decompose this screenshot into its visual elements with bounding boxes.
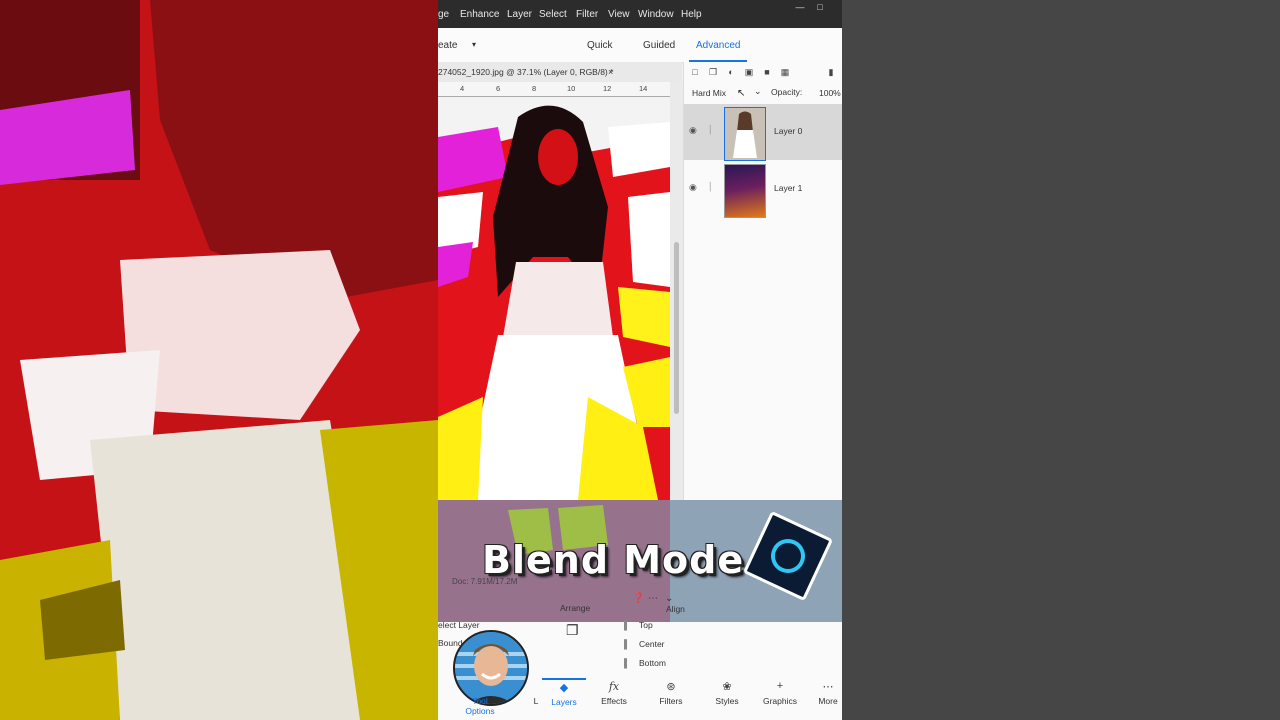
fx-icon: fx bbox=[608, 680, 620, 693]
layers-icon: ◆ bbox=[559, 682, 569, 694]
tab-styles[interactable]: ❀ Styles bbox=[705, 680, 749, 706]
tab-guided[interactable]: Guided bbox=[643, 40, 675, 51]
zoom-artwork bbox=[0, 0, 438, 720]
mouse-cursor-icon: ↖ bbox=[737, 88, 746, 99]
ruler-tick: 10 bbox=[567, 84, 576, 93]
lock-all-icon[interactable]: ▦ bbox=[779, 66, 791, 78]
tab-label: Effects bbox=[601, 696, 627, 706]
tab-filters[interactable]: ⊛ Filters bbox=[649, 680, 693, 706]
menu-window[interactable]: Window bbox=[638, 9, 674, 20]
opacity-label: Opacity: bbox=[771, 87, 803, 97]
chevron-down-icon[interactable]: ⌄ bbox=[665, 593, 673, 604]
filters-icon: ⊛ bbox=[666, 681, 676, 693]
ruler-tick: 6 bbox=[496, 84, 501, 93]
menu-select[interactable]: Select bbox=[539, 9, 567, 20]
tab-label: Tool Options bbox=[465, 696, 495, 716]
image-canvas[interactable] bbox=[438, 97, 670, 500]
visibility-eye-icon[interactable]: ◉ bbox=[689, 125, 701, 135]
tab-label: Styles bbox=[715, 696, 739, 706]
styles-icon: ❀ bbox=[722, 681, 732, 693]
ruler-tick: 8 bbox=[532, 84, 537, 93]
document-title: 274052_1920.jpg @ 37.1% (Layer 0, RGB/8)… bbox=[438, 67, 614, 77]
tab-effects[interactable]: fx Effects bbox=[592, 680, 636, 706]
canvas-artwork bbox=[438, 97, 670, 500]
maximize-icon[interactable]: □ bbox=[813, 2, 827, 12]
blend-mode-select[interactable]: Hard Mix bbox=[692, 88, 726, 98]
ruler-tick: 14 bbox=[639, 84, 648, 93]
canvas-vertical-scrollbar[interactable] bbox=[670, 82, 683, 500]
bottom-panel: elect Layer Bound ❐ ▐ Top ▐ Center ▐ Bot… bbox=[438, 620, 842, 720]
more-icon: ⋯ bbox=[822, 681, 834, 693]
layer-0-thumbnail bbox=[724, 107, 766, 161]
layer-row-layer-1[interactable]: ◉ │ Layer 1 bbox=[684, 161, 842, 218]
background-left-zoom bbox=[0, 0, 438, 720]
lock-icon[interactable]: ■ bbox=[761, 66, 773, 78]
tab-graphics[interactable]: + Graphics bbox=[758, 680, 802, 706]
adjustment-icon[interactable]: ◐ bbox=[725, 66, 737, 78]
group-icon[interactable]: ❐ bbox=[707, 66, 719, 78]
menu-layer[interactable]: Layer bbox=[507, 9, 532, 20]
auto-select-layer-option[interactable]: elect Layer bbox=[438, 620, 480, 630]
ruler-tick: 4 bbox=[460, 84, 465, 93]
minimize-icon[interactable]: — bbox=[793, 2, 807, 12]
align-bottom-icon[interactable]: ▐ bbox=[621, 658, 627, 668]
align-center-icon[interactable]: ▐ bbox=[621, 639, 627, 649]
tool-options-icon bbox=[458, 680, 502, 696]
layer-1-thumbnail bbox=[724, 164, 766, 218]
tab-more[interactable]: ⋯ More bbox=[813, 680, 842, 706]
new-layer-icon[interactable]: □ bbox=[689, 66, 701, 78]
layer-name: Layer 1 bbox=[774, 183, 803, 193]
menu-image[interactable]: ge bbox=[438, 9, 449, 20]
layer-name: Layer 0 bbox=[774, 126, 803, 136]
scrollbar-thumb[interactable] bbox=[674, 242, 679, 414]
tab-label: Filters bbox=[659, 696, 683, 706]
tab-label: Layers bbox=[551, 697, 577, 707]
tab-label: More bbox=[818, 696, 838, 706]
photoshop-elements-window: ge Enhance Layer Select Filter View Wind… bbox=[438, 0, 842, 720]
aperture-icon bbox=[765, 533, 811, 579]
layer-0-thumbnail-art bbox=[725, 108, 765, 160]
more-options-icon[interactable]: ⋯ bbox=[648, 593, 658, 604]
plus-icon: + bbox=[776, 680, 784, 692]
layer-row-layer-0[interactable]: ◉ │ Layer 0 bbox=[684, 104, 842, 161]
arrange-icon[interactable]: ❐ bbox=[566, 622, 579, 639]
close-document-icon[interactable]: × bbox=[608, 62, 613, 82]
tab-label: Graphics bbox=[762, 696, 797, 706]
document-tab[interactable]: 274052_1920.jpg @ 37.1% (Layer 0, RGB/8)… bbox=[438, 62, 682, 82]
align-top-label[interactable]: Top bbox=[639, 620, 653, 630]
title-banner: Doc: 7.91M/17.2M Arrange ❓ ⋯ ⌄ Align Ble… bbox=[438, 500, 842, 622]
link-icon[interactable]: │ bbox=[708, 182, 716, 194]
banner-title: Blend Mode bbox=[482, 538, 745, 582]
help-icon[interactable]: ❓ bbox=[632, 593, 644, 604]
arrange-label: Arrange bbox=[560, 603, 591, 613]
menu-view[interactable]: View bbox=[608, 9, 630, 20]
caret-down-icon[interactable]: ▾ bbox=[472, 40, 476, 49]
align-top-icon[interactable]: ▐ bbox=[621, 620, 627, 630]
mask-icon[interactable]: ▣ bbox=[743, 66, 755, 78]
blend-mode-row: Hard Mix ⌄ Opacity: 100% bbox=[684, 84, 842, 102]
align-label: Align bbox=[666, 604, 685, 614]
tab-layers[interactable]: ◆ Layers bbox=[542, 678, 586, 707]
tab-label: L bbox=[533, 696, 539, 706]
menu-bar: ge Enhance Layer Select Filter View Wind… bbox=[438, 0, 842, 28]
menu-filter[interactable]: Filter bbox=[576, 9, 598, 20]
menu-enhance[interactable]: Enhance bbox=[460, 9, 499, 20]
create-menu[interactable]: eate bbox=[438, 40, 457, 51]
ruler-tick: 12 bbox=[603, 84, 612, 93]
horizontal-ruler: 4 6 8 10 12 14 bbox=[438, 82, 670, 97]
align-center-label[interactable]: Center bbox=[639, 639, 665, 649]
tab-quick[interactable]: Quick bbox=[587, 40, 613, 51]
link-icon[interactable]: │ bbox=[708, 125, 716, 137]
visibility-eye-icon[interactable]: ◉ bbox=[689, 182, 701, 192]
chevron-down-icon[interactable]: ⌄ bbox=[754, 86, 762, 97]
trash-icon[interactable]: ▮ bbox=[825, 66, 837, 78]
tab-tool-options[interactable]: Tool Options bbox=[458, 680, 502, 716]
opacity-value[interactable]: 100% bbox=[819, 88, 841, 98]
tab-advanced[interactable]: Advanced bbox=[696, 40, 740, 51]
layers-panel: □ ❐ ◐ ▣ ■ ▦ ▮ Hard Mix ⌄ Opacity: 100% ◉… bbox=[683, 62, 842, 500]
background-right bbox=[842, 0, 1280, 720]
mode-bar: eate ▾ Quick Guided Advanced bbox=[438, 28, 842, 63]
menu-help[interactable]: Help bbox=[681, 9, 702, 20]
align-bottom-label[interactable]: Bottom bbox=[639, 658, 666, 668]
